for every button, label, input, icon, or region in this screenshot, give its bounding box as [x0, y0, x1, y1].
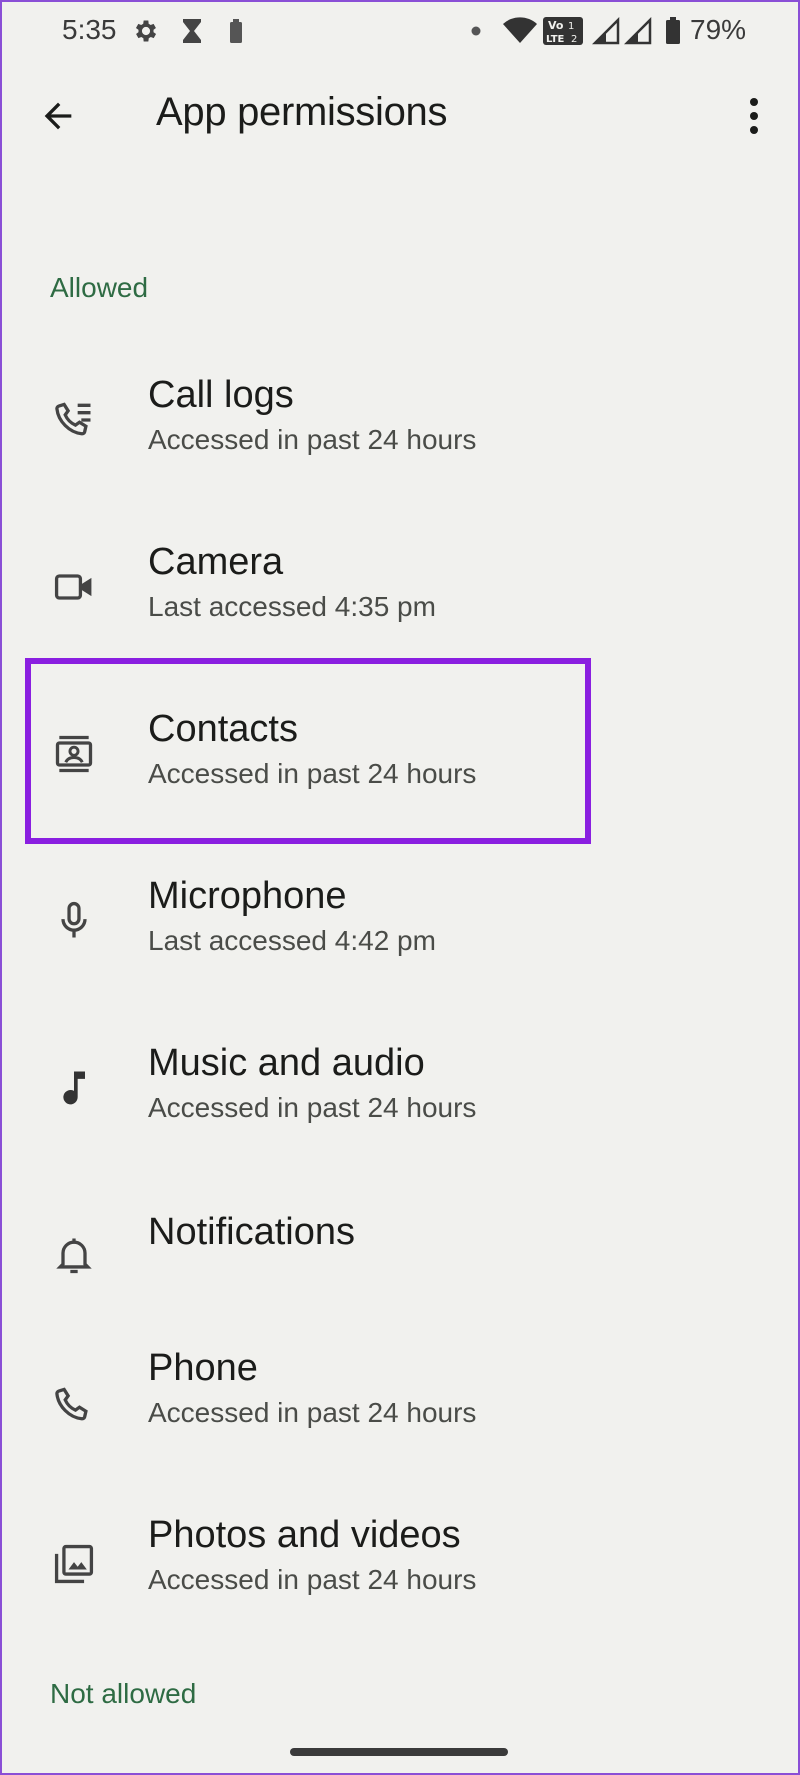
permission-title: Photos and videos	[148, 1514, 461, 1556]
hourglass-icon	[180, 16, 204, 46]
camera-icon	[50, 563, 98, 611]
back-button[interactable]	[30, 88, 86, 144]
permission-title: Notifications	[148, 1211, 355, 1253]
svg-text:2: 2	[571, 34, 577, 45]
battery-small-icon	[228, 16, 244, 46]
permission-title: Microphone	[148, 875, 347, 917]
permission-subtitle: Last accessed 4:35 pm	[148, 591, 436, 622]
permission-subtitle: Accessed in past 24 hours	[148, 1092, 477, 1123]
svg-text:LTE: LTE	[546, 34, 565, 45]
permission-item-notifications[interactable]: Notifications	[0, 1175, 800, 1335]
more-vert-icon	[748, 96, 760, 136]
permission-subtitle: Accessed in past 24 hours	[148, 758, 477, 789]
permission-item-photos-and-videos[interactable]: Photos and videos Accessed in past 24 ho…	[0, 1492, 800, 1652]
permission-subtitle: Accessed in past 24 hours	[148, 1397, 477, 1428]
permission-item-music-and-audio[interactable]: Music and audio Accessed in past 24 hour…	[0, 1008, 800, 1168]
music-note-icon	[50, 1064, 98, 1112]
permission-item-microphone[interactable]: Microphone Last accessed 4:42 pm	[0, 841, 800, 1001]
gesture-navigation-handle[interactable]	[290, 1748, 508, 1756]
page-title: App permissions	[156, 90, 448, 134]
svg-text:1: 1	[568, 21, 574, 32]
permission-item-camera[interactable]: Camera Last accessed 4:35 pm	[0, 507, 800, 667]
permission-item-contacts[interactable]: Contacts Accessed in past 24 hours	[0, 674, 800, 834]
permission-title: Call logs	[148, 374, 294, 416]
contacts-icon	[50, 730, 98, 778]
more-options-button[interactable]	[730, 88, 778, 144]
app-bar: App permissions	[0, 70, 800, 160]
signal-icon	[592, 16, 620, 46]
permission-title: Music and audio	[148, 1042, 425, 1084]
permission-title: Contacts	[148, 708, 298, 750]
svg-text:Vo: Vo	[548, 19, 564, 32]
photos-icon	[50, 1540, 98, 1588]
call-log-icon	[50, 396, 98, 444]
dot-icon	[470, 16, 482, 46]
section-header-allowed: Allowed	[50, 272, 149, 303]
permission-subtitle: Accessed in past 24 hours	[148, 424, 477, 455]
phone-icon	[50, 1381, 98, 1429]
bell-icon	[50, 1231, 98, 1279]
status-bar: 5:35 Vo 1 LTE 2 79%	[0, 0, 800, 62]
permission-item-call-logs[interactable]: Call logs Accessed in past 24 hours	[0, 340, 800, 500]
section-header-not-allowed: Not allowed	[50, 1678, 197, 1709]
permission-item-phone[interactable]: Phone Accessed in past 24 hours	[0, 1325, 800, 1485]
permission-subtitle: Accessed in past 24 hours	[148, 1564, 477, 1595]
gear-icon	[132, 16, 160, 46]
permission-title: Camera	[148, 541, 284, 583]
permission-subtitle: Last accessed 4:42 pm	[148, 925, 436, 956]
arrow-back-icon	[38, 96, 78, 136]
microphone-icon	[50, 897, 98, 945]
battery-icon	[664, 16, 682, 46]
status-time: 5:35	[62, 14, 117, 45]
signal-icon	[624, 16, 652, 46]
battery-percent: 79%	[690, 14, 747, 45]
permission-title: Phone	[148, 1347, 258, 1389]
wifi-icon	[502, 16, 538, 46]
volte-icon: Vo 1 LTE 2	[542, 16, 584, 46]
